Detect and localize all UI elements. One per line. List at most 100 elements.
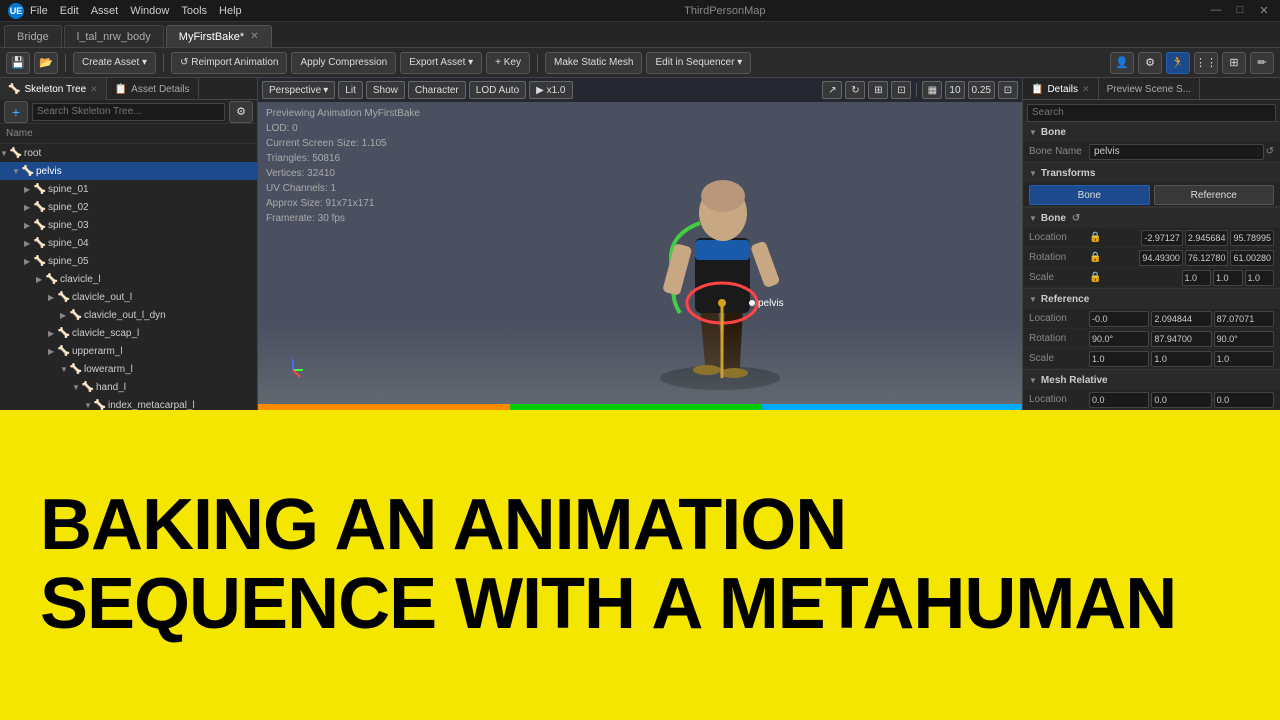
export-asset-btn[interactable]: Export Asset ▾ [400,52,482,74]
reimport-animation-btn[interactable]: ↺ Reimport Animation [171,52,287,74]
anim-icon-3[interactable]: 🏃 [1166,52,1190,74]
skeleton-settings-btn[interactable]: ⚙ [229,101,253,123]
reference-mode-btn[interactable]: Reference [1154,185,1275,205]
tab-ltal[interactable]: l_tal_nrw_body [64,25,164,47]
bone-mode-btn[interactable]: Bone [1029,185,1150,205]
vp-grid-size[interactable]: 10 [945,81,964,99]
mesh-location-x[interactable]: 0.0 [1089,392,1149,408]
bone-scale-z[interactable]: 1.0 [1245,270,1275,286]
tree-item-spine_04[interactable]: ▶🦴spine_04 [0,234,257,252]
bone-scale-lock[interactable]: 🔒 [1089,272,1101,283]
close-btn[interactable]: ✕ [1256,4,1272,17]
minimize-btn[interactable]: — [1208,4,1224,17]
apply-compression-btn[interactable]: Apply Compression [291,52,396,74]
create-asset-btn[interactable]: Create Asset ▾ [73,52,156,74]
tree-item-clavicle_scap_l[interactable]: ▶🦴clavicle_scap_l [0,324,257,342]
vp-extra[interactable]: ⊡ [998,81,1018,99]
tree-item-root[interactable]: ▼🦴root [0,144,257,162]
bone-location-z[interactable]: 95.78995 [1230,230,1274,246]
lod-btn[interactable]: LOD Auto [469,81,526,99]
bone-scale-y[interactable]: 1.0 [1213,270,1243,286]
tree-item-pelvis[interactable]: ▼🦴pelvis [0,162,257,180]
mesh-relative-header[interactable]: ▼ Mesh Relative [1023,370,1280,390]
bone-scale-x[interactable]: 1.0 [1182,270,1212,286]
mesh-location-z[interactable]: 0.0 [1214,392,1274,408]
menu-edit[interactable]: Edit [60,5,79,17]
save-btn[interactable]: 💾 [6,52,30,74]
tree-item-clavicle_l[interactable]: ▶🦴clavicle_l [0,270,257,288]
anim-icon-1[interactable]: 👤 [1110,52,1134,74]
tree-item-spine_01[interactable]: ▶🦴spine_01 [0,180,257,198]
asset-details-tab[interactable]: 📋 Asset Details [107,78,199,100]
tree-item-clavicle_out_l[interactable]: ▶🦴clavicle_out_l [0,288,257,306]
skeleton-tree[interactable]: ▼🦴root▼🦴pelvis▶🦴spine_01▶🦴spine_02▶🦴spin… [0,144,257,410]
menu-file[interactable]: File [30,5,48,17]
bone-rotation-y[interactable]: 76.12780 [1185,250,1229,266]
tree-item-index_metacarpal_l[interactable]: ▼🦴index_metacarpal_l [0,396,257,410]
menu-asset[interactable]: Asset [91,5,119,17]
skeleton-tree-tab[interactable]: 🦴 Skeleton Tree ✕ [0,78,107,100]
tab-myfirstbake[interactable]: MyFirstBake* ✕ [166,25,272,47]
details-tab-preview[interactable]: Preview Scene S... [1099,78,1200,100]
tree-item-lowerarm_l[interactable]: ▼🦴lowerarm_l [0,360,257,378]
ref-scale-z[interactable]: 1.0 [1214,351,1274,367]
vp-transform-2[interactable]: ↻ [845,81,865,99]
details-search-input[interactable] [1027,104,1276,122]
tab-myfirstbake-close[interactable]: ✕ [250,31,258,42]
tree-item-spine_02[interactable]: ▶🦴spine_02 [0,198,257,216]
menu-tools[interactable]: Tools [181,5,207,17]
ref-location-x[interactable]: -0.0 [1089,311,1149,327]
viewport[interactable]: Perspective ▾ Lit Show Character LOD Aut… [258,78,1022,410]
character-btn[interactable]: Character [408,81,466,99]
anim-icon-2[interactable]: ⚙ [1138,52,1162,74]
vp-grid-icon[interactable]: ▦ [922,81,942,99]
anim-icon-5[interactable]: ⊞ [1222,52,1246,74]
vp-transform-1[interactable]: ↗ [822,81,842,99]
bone-name-reset[interactable]: ↺ [1266,146,1274,157]
lit-btn[interactable]: Lit [338,81,363,99]
tree-item-hand_l[interactable]: ▼🦴hand_l [0,378,257,396]
ref-scale-y[interactable]: 1.0 [1151,351,1211,367]
show-btn[interactable]: Show [366,81,405,99]
bone-rotation-z[interactable]: 61.00280 [1230,250,1274,266]
tab-bridge[interactable]: Bridge [4,25,62,47]
skeleton-search-input[interactable] [32,103,225,121]
ref-rotation-y[interactable]: 87.94700 [1151,331,1211,347]
edit-in-sequencer-btn[interactable]: Edit in Sequencer ▾ [646,52,751,74]
tree-item-clavicle_out_l_dyn[interactable]: ▶🦴clavicle_out_l_dyn [0,306,257,324]
transforms-section-header[interactable]: ▼ Transforms [1023,163,1280,183]
menu-window[interactable]: Window [130,5,169,17]
ref-location-z[interactable]: 87.07071 [1214,311,1274,327]
bone-sub-header[interactable]: ▼ Bone ↺ [1023,208,1280,228]
ref-rotation-x[interactable]: 90.0° [1089,331,1149,347]
vp-zoom[interactable]: 0.25 [968,81,995,99]
mesh-location-y[interactable]: 0.0 [1151,392,1211,408]
import-btn[interactable]: 📂 [34,52,58,74]
menu-help[interactable]: Help [219,5,242,17]
tree-item-spine_05[interactable]: ▶🦴spine_05 [0,252,257,270]
ref-scale-x[interactable]: 1.0 [1089,351,1149,367]
bone-section-header[interactable]: ▼ Bone [1023,122,1280,142]
maximize-btn[interactable]: □ [1232,4,1248,17]
details-tab-main[interactable]: 📋 Details ✕ [1023,78,1099,100]
ref-location-y[interactable]: 2.094844 [1151,311,1211,327]
vp-transform-3[interactable]: ⊞ [868,81,888,99]
bone-location-lock[interactable]: 🔒 [1089,232,1101,243]
details-tab-main-close[interactable]: ✕ [1082,84,1090,95]
bone-sub-reset[interactable]: ↺ [1072,213,1080,224]
perspective-btn[interactable]: Perspective ▾ [262,81,335,99]
anim-icon-6[interactable]: ✏ [1250,52,1274,74]
skeleton-add-btn[interactable]: + [4,101,28,123]
reference-section-header[interactable]: ▼ Reference [1023,289,1280,309]
skeleton-tree-tab-close[interactable]: ✕ [90,84,98,95]
ref-rotation-z[interactable]: 90.0° [1214,331,1274,347]
make-static-mesh-btn[interactable]: Make Static Mesh [545,52,642,74]
anim-icon-4[interactable]: ⋮⋮ [1194,52,1218,74]
bone-location-y[interactable]: 2.945684 [1185,230,1229,246]
tree-item-upperarm_l[interactable]: ▶🦴upperarm_l [0,342,257,360]
bone-location-x[interactable]: -2.97127 [1141,230,1183,246]
bone-rotation-lock[interactable]: 🔒 [1089,252,1101,263]
tree-item-spine_03[interactable]: ▶🦴spine_03 [0,216,257,234]
play-btn[interactable]: ▶ x1.0 [529,81,572,99]
bone-rotation-x[interactable]: 94.49300 [1139,250,1183,266]
